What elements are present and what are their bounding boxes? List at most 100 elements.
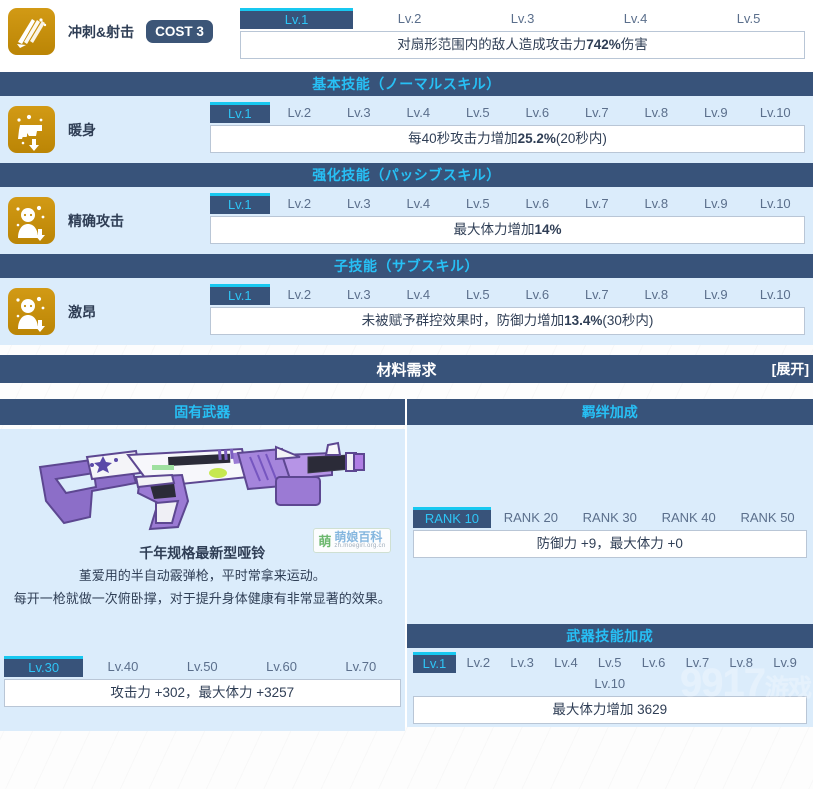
weapon-skill-level-tab-lv-5[interactable]: Lv.5: [588, 652, 632, 673]
rank-tabs[interactable]: RANK 10 RANK 20 RANK 30 RANK 40 RANK 50: [412, 507, 808, 528]
unique-weapon-title: 固有武器: [0, 399, 405, 425]
skill-level-tab-lv-10[interactable]: Lv.10: [746, 193, 806, 214]
skill-level-tab-lv-3[interactable]: Lv.3: [329, 102, 389, 123]
weapon-skill-level-tab-lv-3[interactable]: Lv.3: [500, 652, 544, 673]
bottom-columns: 固有武器 萌 萌娘百科 zh.moegirl.org.cn 千年规格最新型哑铃 …: [0, 399, 813, 731]
bond-bonus-column: 羁绊加成 RANK 10 RANK 20 RANK 30 RANK 40 RANK 50…: [406, 399, 813, 727]
slash-impact-icon: [8, 8, 55, 55]
ultimate-skill-row: 冲刺&射击 COST 3 Lv.1 Lv.2 Lv.3 Lv.4 Lv.5 对扇形范围内…: [0, 0, 813, 72]
unique-weapon-column: 固有武器 萌 萌娘百科 zh.moegirl.org.cn 千年规格最新型哑铃 …: [0, 399, 407, 731]
rank-stats: 防御力 +9，最大体力 +0: [412, 530, 807, 558]
weapon-skill-level-tab-lv-6[interactable]: Lv.6: [632, 652, 676, 673]
skill-level-tab-lv-8[interactable]: Lv.8: [627, 193, 687, 214]
rank-section: RANK 10 RANK 20 RANK 30 RANK 40 RANK 50 防御力 …: [407, 425, 813, 558]
skill-level-tab-lv-6[interactable]: Lv.6: [508, 284, 568, 305]
weapon-skill-level-tab-lv-9[interactable]: Lv.9: [763, 652, 807, 673]
skill-section: 子技能（サブスキル） 激昂 Lv.1 Lv.2 Lv.3 Lv.4 Lv.5 Lv.6 Lv.7…: [0, 254, 813, 345]
skill-level-tab-lv-8[interactable]: Lv.8: [627, 284, 687, 305]
skill-level-tab-lv-8[interactable]: Lv.8: [627, 102, 687, 123]
skill-level-tabs[interactable]: Lv.1 Lv.2 Lv.3 Lv.4 Lv.5 Lv.6 Lv.7 Lv.8 Lv.9 Lv.1…: [210, 102, 805, 123]
weapon-skill-section: 武器技能加成 Lv.1 Lv.2 Lv.3 Lv.4 Lv.5 Lv.6 Lv.7 Lv.8 L…: [406, 624, 813, 724]
skill-section: 基本技能（ノーマルスキル） 暖身 Lv.1 Lv.2 Lv.3 Lv.4 Lv.5 Lv.6 L…: [0, 72, 813, 163]
skill-level-tab-lv-9[interactable]: Lv.9: [686, 193, 746, 214]
weapon-description-line2: 每开一枪就做一次俯卧撑，对于提升身体健康有非常显著的效果。: [13, 591, 391, 606]
skill-identity: 激昂: [0, 278, 210, 335]
skill-sections: 基本技能（ノーマルスキル） 暖身 Lv.1 Lv.2 Lv.3 Lv.4 Lv.5 Lv.6 L…: [0, 72, 813, 345]
weapon-level-tab-lv-30[interactable]: Lv.30: [4, 656, 84, 677]
ultimate-level-tab-lv-5[interactable]: Lv.5: [692, 8, 805, 29]
moegirl-logo-url: zh.moegirl.org.cn: [334, 543, 386, 549]
skill-name: 暖身: [68, 121, 96, 138]
weapon-skill-level-tab-lv-7[interactable]: Lv.7: [675, 652, 719, 673]
rank-tab-rank-10[interactable]: RANK 10: [412, 507, 492, 528]
weapon-level-tab-lv-40[interactable]: Lv.40: [83, 656, 162, 677]
rank-tab-rank-20[interactable]: RANK 20: [491, 507, 570, 528]
weapon-stats: 攻击力 +302，最大体力 +3257: [4, 679, 401, 707]
bond-bonus-body: RANK 10 RANK 20 RANK 30 RANK 40 RANK 50 防御力 …: [406, 425, 813, 727]
skill-section-header: 子技能（サブスキル）: [0, 254, 813, 278]
ultimate-level-tab-lv-3[interactable]: Lv.3: [466, 8, 579, 29]
skill-level-tab-lv-4[interactable]: Lv.4: [389, 193, 449, 214]
weapon-skill-level-tab-lv-8[interactable]: Lv.8: [719, 652, 763, 673]
ultimate-skill-identity: 冲刺&射击 COST 3: [0, 8, 240, 55]
skill-level-tab-lv-2[interactable]: Lv.2: [270, 284, 330, 305]
weapon-level-tab-lv-60[interactable]: Lv.60: [242, 656, 321, 677]
skill-level-tab-lv-10[interactable]: Lv.10: [746, 102, 806, 123]
skill-section-header: 基本技能（ノーマルスキル）: [0, 72, 813, 96]
rank-tab-rank-40[interactable]: RANK 40: [649, 507, 728, 528]
weapon-level-tabs[interactable]: Lv.30 Lv.40 Lv.50 Lv.60 Lv.70: [4, 656, 401, 677]
weapon-skill-level-tab-lv-2[interactable]: Lv.2: [456, 652, 500, 673]
skill-level-tab-lv-9[interactable]: Lv.9: [686, 102, 746, 123]
skill-level-tabs[interactable]: Lv.1 Lv.2 Lv.3 Lv.4 Lv.5 Lv.6 Lv.7 Lv.8 Lv.9 Lv.1…: [210, 193, 805, 214]
skill-level-tab-lv-10[interactable]: Lv.10: [746, 284, 806, 305]
cost-badge: COST 3: [146, 20, 213, 43]
skill-level-tab-lv-7[interactable]: Lv.7: [567, 284, 627, 305]
ultimate-level-tabs[interactable]: Lv.1 Lv.2 Lv.3 Lv.4 Lv.5: [240, 8, 805, 29]
moegirl-logo-text: 萌娘百科: [334, 530, 383, 544]
skill-description: 未被赋予群控效果时，防御力增加13.4%(30秒内): [210, 307, 805, 335]
skill-level-tab-lv-9[interactable]: Lv.9: [686, 284, 746, 305]
material-title: 材料需求: [376, 361, 437, 379]
rank-tab-rank-30[interactable]: RANK 30: [570, 507, 649, 528]
ultimate-level-tab-lv-2[interactable]: Lv.2: [353, 8, 466, 29]
skill-level-tab-lv-2[interactable]: Lv.2: [270, 102, 330, 123]
weapon-skill-description: 最大体力增加 3629: [412, 696, 807, 724]
skill-level-tab-lv-4[interactable]: Lv.4: [389, 284, 449, 305]
ultimate-level-tab-lv-4[interactable]: Lv.4: [579, 8, 692, 29]
skill-level-tab-lv-4[interactable]: Lv.4: [389, 102, 449, 123]
character-skill-page: 冲刺&射击 COST 3 Lv.1 Lv.2 Lv.3 Lv.4 Lv.5 对扇形范围内…: [0, 0, 813, 789]
weapon-level-tab-lv-70[interactable]: Lv.70: [321, 656, 400, 677]
skill-level-tab-lv-1[interactable]: Lv.1: [210, 102, 270, 123]
weapon-level-tab-lv-50[interactable]: Lv.50: [163, 656, 242, 677]
skill-level-tab-lv-3[interactable]: Lv.3: [329, 193, 389, 214]
skill-section: 强化技能（パッシブスキル） 精确攻击 Lv.1 Lv.2 Lv.3 Lv.4 Lv.5 Lv.…: [0, 163, 813, 254]
skill-level-tab-lv-1[interactable]: Lv.1: [210, 193, 270, 214]
skill-name: 激昂: [68, 303, 96, 320]
pistol-up-icon: [8, 106, 55, 153]
weapon-skill-level-tab-lv-4[interactable]: Lv.4: [544, 652, 588, 673]
rank-tab-rank-50[interactable]: RANK 50: [728, 507, 807, 528]
skill-level-tab-lv-5[interactable]: Lv.5: [448, 102, 508, 123]
ultimate-level-tab-lv-1[interactable]: Lv.1: [240, 8, 353, 29]
skill-level-tab-lv-7[interactable]: Lv.7: [567, 193, 627, 214]
skill-description: 最大体力增加14%: [210, 216, 805, 244]
skill-level-tab-lv-5[interactable]: Lv.5: [448, 284, 508, 305]
skill-level-tab-lv-6[interactable]: Lv.6: [508, 193, 568, 214]
skill-detail: Lv.1 Lv.2 Lv.3 Lv.4 Lv.5 Lv.6 Lv.7 Lv.8 Lv.9 Lv.1…: [210, 187, 813, 254]
skill-level-tab-lv-6[interactable]: Lv.6: [508, 102, 568, 123]
skill-detail: Lv.1 Lv.2 Lv.3 Lv.4 Lv.5 Lv.6 Lv.7 Lv.8 Lv.9 Lv.1…: [210, 96, 813, 163]
skill-section-header: 强化技能（パッシブスキル）: [0, 163, 813, 187]
skill-level-tab-lv-3[interactable]: Lv.3: [329, 284, 389, 305]
skill-level-tab-lv-5[interactable]: Lv.5: [448, 193, 508, 214]
weapon-skill-level-tab-lv-1[interactable]: Lv.1: [412, 652, 457, 673]
skill-level-tab-lv-2[interactable]: Lv.2: [270, 193, 330, 214]
material-expand-button[interactable]: [展开]: [772, 355, 809, 383]
ultimate-skill-name: 冲刺&射击: [68, 23, 135, 40]
weapon-skill-level-tab-lv-10[interactable]: Lv.10: [413, 673, 808, 694]
moegirl-logo-char: 萌: [318, 534, 332, 549]
skill-level-tab-lv-7[interactable]: Lv.7: [567, 102, 627, 123]
material-requirement-bar: 材料需求 [展开]: [0, 355, 813, 383]
weapon-skill-level-tabs[interactable]: Lv.1 Lv.2 Lv.3 Lv.4 Lv.5 Lv.6 Lv.7 Lv.8 Lv.9 Lv.1…: [412, 652, 808, 694]
skill-level-tab-lv-1[interactable]: Lv.1: [210, 284, 270, 305]
skill-level-tabs[interactable]: Lv.1 Lv.2 Lv.3 Lv.4 Lv.5 Lv.6 Lv.7 Lv.8 Lv.9 Lv.1…: [210, 284, 805, 305]
